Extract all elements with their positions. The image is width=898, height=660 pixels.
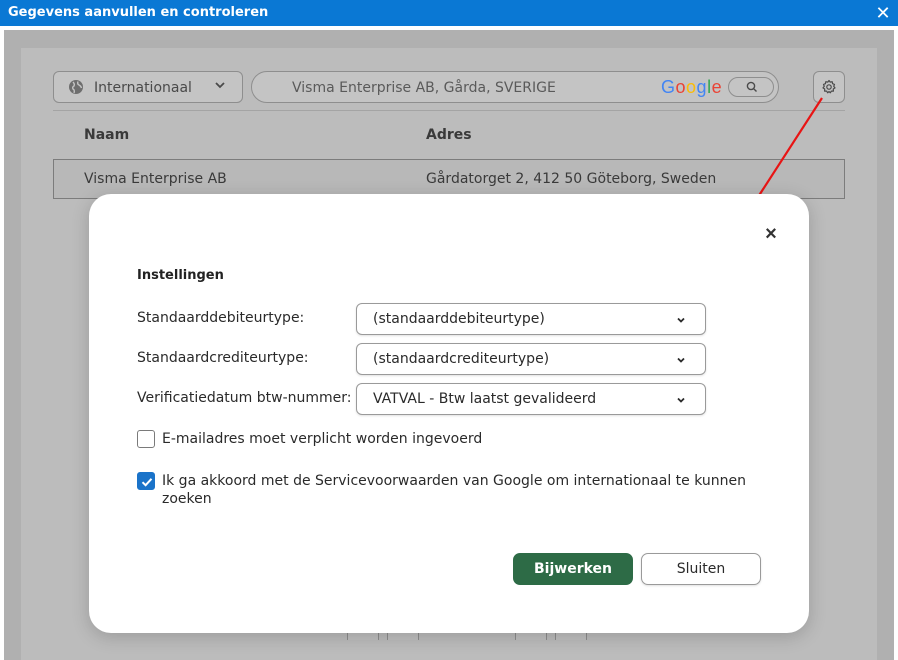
vat-verification-label: Verificatiedatum btw-nummer: [137, 390, 352, 406]
google-logo: Google [661, 77, 722, 98]
google-terms-checkbox[interactable] [137, 472, 155, 490]
table-cell-address: Gårdatorget 2, 412 50 Göteborg, Sweden [426, 171, 717, 187]
gear-icon [822, 79, 836, 94]
dialog-close-icon[interactable]: × [763, 224, 779, 244]
checkmark-icon [141, 478, 153, 487]
title-bar: Gegevens aanvullen en controleren ✕ [0, 0, 898, 26]
search-button[interactable] [728, 77, 774, 97]
table-cell-name: Visma Enterprise AB [84, 171, 227, 187]
close-button[interactable]: Sluiten [641, 553, 761, 585]
search-value: Visma Enterprise AB, Gårda, SVERIGE [292, 80, 556, 96]
google-terms-label-line-2: zoeken [162, 491, 212, 507]
debtor-type-label: Standaarddebiteurtype: [137, 310, 305, 326]
settings-dialog: × Instellingen Standaarddebiteurtype: (s… [89, 194, 809, 633]
chevron-down-icon [677, 357, 685, 363]
google-logo-letter: o [686, 77, 697, 97]
column-header-address: Adres [426, 127, 472, 143]
google-logo-letter: G [661, 77, 676, 97]
creditor-type-value: (standaardcrediteurtype) [373, 351, 550, 367]
chevron-down-icon [215, 82, 225, 89]
creditor-type-select[interactable]: (standaardcrediteurtype) [356, 343, 706, 375]
chevron-down-icon [677, 397, 685, 403]
address-search-input[interactable]: Visma Enterprise AB, Gårda, SVERIGE Goog… [251, 71, 779, 103]
dialog-heading: Instellingen [137, 268, 224, 283]
email-required-label: E-mailadres moet verplicht worden ingevo… [162, 431, 483, 447]
settings-button[interactable] [813, 71, 845, 103]
column-header-name: Naam [84, 127, 130, 143]
google-logo-letter: e [711, 77, 723, 97]
debtor-type-value: (standaarddebiteurtype) [373, 311, 545, 327]
window-close-icon[interactable]: ✕ [874, 3, 892, 23]
search-icon [746, 81, 757, 92]
google-logo-letter: o [675, 77, 687, 97]
creditor-type-label: Standaardcrediteurtype: [137, 350, 309, 366]
region-select-value: Internationaal [94, 80, 192, 96]
globe-icon [69, 80, 83, 94]
email-required-checkbox[interactable] [137, 430, 155, 448]
vat-verification-value: VATVAL - Btw laatst gevalideerd [373, 391, 597, 407]
debtor-type-select[interactable]: (standaarddebiteurtype) [356, 303, 706, 335]
window-title: Gegevens aanvullen en controleren [8, 5, 269, 20]
google-terms-label-line-1: Ik ga akkoord met de Servicevoorwaarden … [162, 473, 747, 489]
google-logo-letter: g [696, 77, 708, 97]
vat-verification-select[interactable]: VATVAL - Btw laatst gevalideerd [356, 383, 706, 415]
chevron-down-icon [677, 317, 685, 323]
region-select[interactable]: Internationaal [53, 71, 243, 103]
toolbar-divider [53, 110, 845, 111]
update-button[interactable]: Bijwerken [513, 553, 633, 585]
